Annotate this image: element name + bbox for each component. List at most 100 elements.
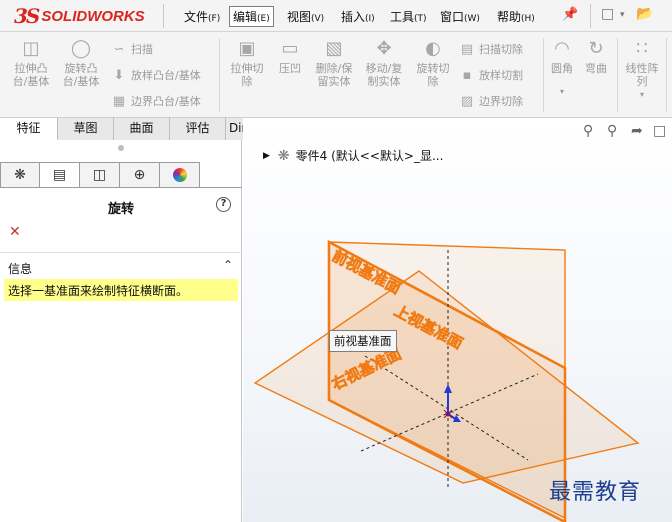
chevron-down-icon[interactable]: ▾ [546, 85, 578, 98]
part-name: 零件4 (默认<<默认>_显... [295, 149, 444, 163]
zoom-fit-icon[interactable]: ⚲ [583, 123, 593, 139]
menu-view[interactable]: 视图(V) [287, 8, 324, 25]
menu-help[interactable]: 帮助(H) [497, 8, 535, 25]
revolve-cut-label: 旋转切 除 [416, 62, 450, 88]
sweep-cut-button[interactable]: ▤ 扫描切除 [458, 41, 523, 57]
panel-grip-handle[interactable] [118, 145, 124, 151]
separator [666, 38, 667, 112]
menu-tools[interactable]: 工具(T) [390, 8, 427, 25]
revolve-cut-button[interactable]: ◐ 旋转切 除 [412, 36, 454, 88]
move-copy-body-button[interactable]: ✥ 移动/复 制实体 [360, 36, 408, 88]
indent-icon: ▭ [281, 38, 299, 59]
sweep-icon: ∽ [113, 41, 125, 57]
property-title: 旋转 [107, 202, 134, 217]
loft-button[interactable]: ⬇ 放样凸台/基体 [110, 67, 201, 83]
revolve-boss-label: 旋转凸 台/基体 [62, 62, 100, 88]
separator [617, 38, 618, 112]
logo-text: SOLIDWORKS [41, 7, 145, 25]
pin-icon[interactable]: 📌 [562, 7, 578, 22]
bend-icon: ↻ [588, 38, 604, 59]
boundary-boss-button[interactable]: ▦ 边界凸台/基体 [110, 93, 201, 109]
separator [219, 38, 220, 112]
solidworks-logo[interactable]: 3S SOLIDWORKS [14, 4, 145, 28]
graphics-viewport[interactable]: 前视基准面 上视基准面 右视基准面 ▶ ❋ 零件4 (默认<<默认>_显... … [243, 118, 672, 522]
loft-label: 放样凸台/基体 [131, 69, 201, 82]
manager-tabs: ❋ ▤ ◫ ⊕ [0, 162, 200, 188]
chevron-down-icon[interactable]: ▾ [620, 10, 625, 20]
menu-edit[interactable]: 编辑(E) [229, 6, 274, 27]
extrude-cut-label: 拉伸切 除 [230, 62, 264, 88]
title-menu-bar: 3S SOLIDWORKS 文件(F) 编辑(E) 视图(V) 插入(I) 工具… [0, 0, 672, 32]
help-icon[interactable]: ? [216, 197, 231, 212]
move-body-icon: ✥ [376, 38, 392, 59]
sweep-cut-label: 扫描切除 [479, 43, 523, 56]
loft-icon: ⬇ [113, 67, 125, 83]
plane-tooltip: 前视基准面 [329, 330, 397, 352]
menu-insert[interactable]: 插入(I) [341, 8, 375, 25]
boundary-cut-button[interactable]: ▨ 边界切除 [458, 93, 523, 109]
revolve-boss-button[interactable]: ◯ 旋转凸 台/基体 [60, 36, 102, 88]
tabs-divider [0, 187, 242, 188]
extrude-cut-button[interactable]: ▣ 拉伸切 除 [226, 36, 268, 88]
indent-button[interactable]: ▭ 压凹 [272, 36, 308, 75]
tab-sketch[interactable]: 草图 [58, 118, 114, 140]
revolve-boss-icon: ◯ [70, 38, 92, 59]
part-icon: ❋ [277, 147, 290, 164]
chevron-up-icon[interactable]: ⌃ [223, 258, 233, 272]
property-manager-panel: ❋ ▤ ◫ ⊕ 旋转 ? ✕ 信息 ⌃ 选择一基准面来绘制特征横断面。 [0, 140, 242, 522]
delete-keep-body-button[interactable]: ▧ 删除/保 留实体 [310, 36, 358, 88]
property-manager-tab-icon[interactable]: ▤ [40, 162, 80, 188]
boundary-cut-icon: ▨ [460, 93, 474, 109]
delete-keep-label: 删除/保 留实体 [315, 62, 353, 88]
sweep-label: 扫描 [131, 43, 153, 56]
linear-pattern-icon: ∷ [636, 38, 648, 59]
loft-cut-icon: ▪ [462, 67, 472, 83]
linear-pattern-button[interactable]: ∷ 线性阵 列 ▾ [621, 36, 663, 101]
cancel-x-icon[interactable]: ✕ [9, 224, 21, 240]
planes-graphic: 前视基准面 上视基准面 右视基准面 [253, 239, 640, 522]
loft-cut-button[interactable]: ▪ 放样切割 [458, 67, 523, 83]
sweep-cut-icon: ▤ [460, 41, 474, 57]
separator [163, 4, 164, 28]
fillet-button[interactable]: ◠ 圆角 ▾ [546, 36, 578, 98]
linear-pattern-label: 线性阵 列 [625, 62, 659, 88]
extrude-cut-icon: ▣ [238, 38, 256, 59]
extrude-boss-label: 拉伸凸 台/基体 [12, 62, 50, 88]
tab-evaluate[interactable]: 评估 [170, 118, 226, 140]
extrude-boss-button[interactable]: ◫ 拉伸凸 台/基体 [10, 36, 52, 88]
chevron-down-icon[interactable]: ▾ [621, 88, 663, 101]
menu-window[interactable]: 窗口(W) [440, 8, 480, 25]
loft-cut-label: 放样切割 [479, 69, 523, 82]
ds-logo-mark: 3S [14, 4, 40, 28]
divider [0, 252, 242, 253]
new-doc-icon[interactable]: □ [601, 6, 614, 22]
feature-tree-root[interactable]: ▶ ❋ 零件4 (默认<<默认>_显... [263, 147, 443, 164]
extrude-boss-icon: ◫ [22, 38, 40, 59]
bend-label: 弯曲 [585, 62, 607, 75]
fillet-icon: ◠ [554, 38, 570, 59]
tab-features[interactable]: 特征 [0, 118, 58, 140]
revolve-cut-icon: ◐ [425, 38, 441, 59]
display-manager-tab-icon[interactable] [160, 162, 200, 188]
delete-body-icon: ▧ [325, 38, 343, 59]
bend-button[interactable]: ↻ 弯曲 [580, 36, 612, 75]
section-view-icon[interactable]: □ [653, 123, 666, 139]
expand-arrow-icon[interactable]: ▶ [263, 151, 270, 161]
sweep-button[interactable]: ∽ 扫描 [110, 41, 153, 57]
configuration-manager-tab-icon[interactable]: ◫ [80, 162, 120, 188]
feature-manager-tab-icon[interactable]: ❋ [0, 162, 40, 188]
dimxpert-manager-tab-icon[interactable]: ⊕ [120, 162, 160, 188]
boundary-boss-label: 边界凸台/基体 [131, 95, 201, 108]
command-manager: ◫ 拉伸凸 台/基体 ◯ 旋转凸 台/基体 ∽ 扫描 ⬇ 放样凸台/基体 ▦ 边界凸台… [0, 32, 672, 118]
info-message: 选择一基准面来绘制特征横断面。 [4, 279, 238, 301]
menu-file[interactable]: 文件(F) [184, 8, 220, 25]
fillet-label: 圆角 [551, 62, 573, 75]
tab-surfaces[interactable]: 曲面 [114, 118, 170, 140]
open-folder-icon[interactable]: 📂 [636, 6, 653, 22]
indent-label: 压凹 [279, 62, 301, 75]
separator [590, 4, 591, 28]
separator [543, 38, 544, 112]
previous-view-icon[interactable]: ➦ [631, 123, 643, 139]
zoom-area-icon[interactable]: ⚲ [607, 123, 617, 139]
watermark-text: 最需教育 [549, 480, 642, 505]
